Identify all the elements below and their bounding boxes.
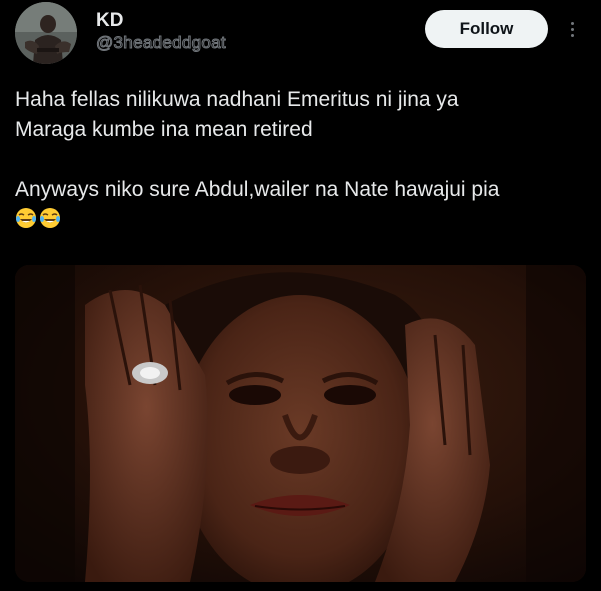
tweet-text: Haha fellas nilikuwa nadhani Emeritus ni… [15, 85, 590, 229]
tears-of-joy-emoji-icon [16, 208, 36, 228]
tears-of-joy-emoji-icon [40, 208, 60, 228]
more-dot [570, 21, 574, 25]
tweet-line: Anyways niko sure Abdul,wailer na Nate h… [15, 178, 500, 201]
tweet-card: KD @3headeddgoat Follow Haha fellas nili… [0, 0, 601, 591]
emoji-row [15, 207, 590, 229]
meme-photo [15, 265, 586, 582]
more-vertical-icon[interactable] [562, 15, 582, 43]
follow-button[interactable]: Follow [425, 10, 548, 48]
tweet-media-image[interactable] [15, 265, 586, 582]
author-handle[interactable]: @3headeddgoat [96, 33, 227, 53]
more-dot [570, 33, 574, 37]
avatar-photo [15, 2, 77, 64]
tweet-line: Maraga kumbe ina mean retired [15, 118, 313, 141]
author-display-name[interactable]: KD [96, 10, 123, 32]
tweet-line: Haha fellas nilikuwa nadhani Emeritus ni… [15, 88, 459, 111]
author-avatar[interactable] [15, 2, 77, 64]
more-dot [570, 27, 574, 31]
